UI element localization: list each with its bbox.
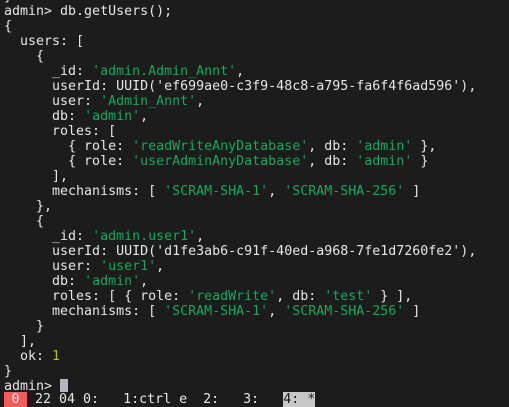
string-literal: 'admin' [84, 274, 141, 289]
output-line: db: 'admin', [4, 109, 509, 124]
output-line: } [4, 319, 509, 334]
output-line: roles: [ [4, 124, 509, 139]
string-literal: 'admin' [356, 139, 413, 154]
code-text: users: [ [4, 34, 85, 49]
code-text: , [268, 184, 285, 199]
code-text: , [140, 274, 149, 289]
output-line: { role: 'readWriteAnyDatabase', db: 'adm… [4, 139, 509, 154]
output-line: users: [ [4, 34, 509, 49]
output-line: _id: 'admin.user1', [4, 229, 509, 244]
string-literal: 'user1' [100, 259, 157, 274]
code-text: { [4, 214, 45, 229]
string-literal: 'SCRAM-SHA-256' [284, 184, 405, 199]
number-literal: 1 [52, 349, 61, 364]
output-line: userId: UUID('d1fe3ab6-c91f-40ed-a968-7f… [4, 244, 509, 259]
code-text: } ], [372, 289, 413, 304]
output-line: { [4, 19, 509, 34]
output-line: userId: UUID('ef699ae0-c3f9-48c8-a795-fa… [4, 79, 509, 94]
output-line: { [4, 49, 509, 64]
code-text: } [412, 154, 429, 169]
code-text: _id: [4, 64, 93, 79]
string-literal: 'SCRAM-SHA-1' [164, 184, 269, 199]
code-text: , [156, 259, 165, 274]
code-text: , [140, 109, 149, 124]
code-text: , db: [276, 289, 325, 304]
code-text: ] [404, 184, 421, 199]
text-cursor [60, 379, 69, 392]
output-line: ], [4, 169, 509, 184]
output-line: ], [4, 334, 509, 349]
output-line: } [4, 364, 509, 379]
string-literal: 'test' [324, 289, 373, 304]
code-text: , db: [308, 154, 357, 169]
code-text: , [196, 94, 205, 109]
code-text: user: [4, 94, 101, 109]
code-text: userId: UUID('ef699ae0-c3f9-48c8-a795-fa… [4, 79, 477, 94]
output-line: _id: 'admin.Admin_Annt', [4, 64, 509, 79]
code-text: ], [4, 169, 69, 184]
output-line: user: 'Admin_Annt', [4, 94, 509, 109]
string-literal: 'userAdminAnyDatabase' [132, 154, 309, 169]
output-line: roles: [ { role: 'readWrite', db: 'test'… [4, 289, 509, 304]
code-text: _id: [4, 229, 93, 244]
output-line: user: 'user1', [4, 259, 509, 274]
code-text: }, [412, 139, 437, 154]
code-text: db: [4, 109, 85, 124]
string-literal: 'admin.user1' [92, 229, 197, 244]
code-text: } [4, 364, 13, 379]
output-line: admin> db.getUsers(); [4, 4, 509, 19]
output-line: }, [4, 199, 509, 214]
string-literal: 'admin' [84, 109, 141, 124]
code-text: , [268, 304, 285, 319]
output-line: { role: 'userAdminAnyDatabase', db: 'adm… [4, 154, 509, 169]
code-text: roles: [ [4, 124, 117, 139]
code-text: , [196, 229, 205, 244]
string-literal: 'SCRAM-SHA-256' [284, 304, 405, 319]
code-text: } [4, 319, 45, 334]
output-line: db: 'admin', [4, 274, 509, 289]
output-line: ok: 1 [4, 349, 509, 364]
output-line: { [4, 214, 509, 229]
code-text: ] [404, 304, 421, 319]
terminal-output[interactable]: }admin> db.getUsers();{ users: [ { _id: … [4, 0, 509, 394]
code-text: admin> db.getUsers(); [4, 4, 173, 19]
code-text: ], [4, 334, 37, 349]
string-literal: 'readWrite' [188, 289, 277, 304]
string-literal: 'Admin_Annt' [100, 94, 197, 109]
code-text: { [4, 49, 45, 64]
string-literal: 'readWriteAnyDatabase' [132, 139, 309, 154]
code-text: user: [4, 259, 101, 274]
code-text: mechanisms: [ [4, 184, 165, 199]
output-line: mechanisms: [ 'SCRAM-SHA-1', 'SCRAM-SHA-… [4, 184, 509, 199]
code-text: db: [4, 274, 85, 289]
code-text: }, [4, 199, 53, 214]
code-text: roles: [ { role: [4, 289, 189, 304]
code-text: , db: [308, 139, 357, 154]
string-literal: 'SCRAM-SHA-1' [164, 304, 269, 319]
code-text: { role: [4, 154, 133, 169]
string-literal: 'admin' [356, 154, 413, 169]
code-text: , [236, 64, 245, 79]
code-text: mechanisms: [ [4, 304, 165, 319]
code-text: { role: [4, 139, 133, 154]
code-text: userId: UUID('d1fe3ab6-c91f-40ed-a968-7f… [4, 244, 477, 259]
string-literal: 'admin.Admin_Annt' [92, 64, 237, 79]
code-text: ok: [4, 349, 53, 364]
output-line: mechanisms: [ 'SCRAM-SHA-1', 'SCRAM-SHA-… [4, 304, 509, 319]
code-text: { [4, 19, 13, 34]
